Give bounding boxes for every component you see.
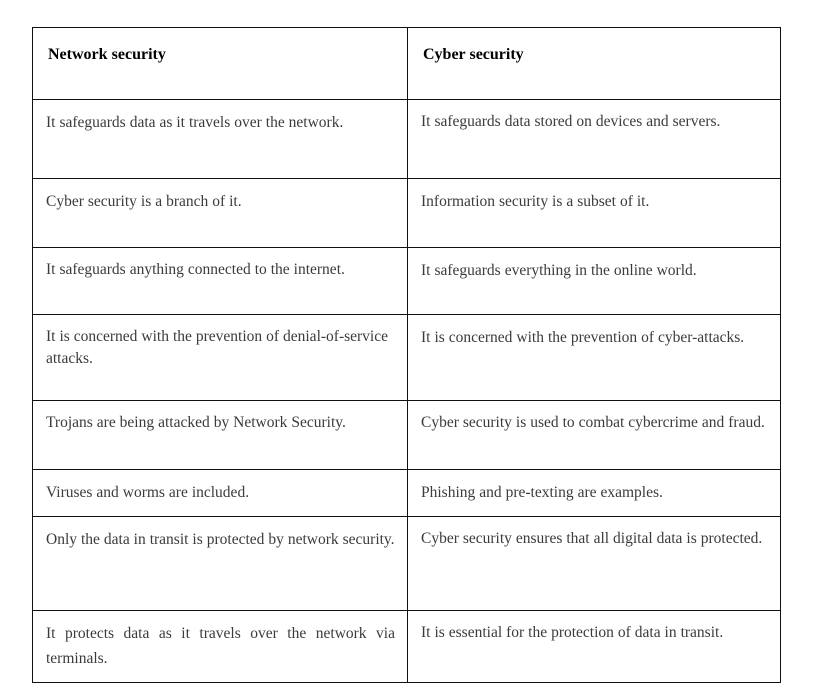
table-header: Network security Cyber security (32, 27, 781, 100)
comparison-table: Network security Cyber security It safeg… (32, 27, 781, 684)
cell-cyber-security-8: It is essential for the protection of da… (407, 610, 781, 684)
cell-network-security-7: Only the data in transit is protected by… (32, 516, 408, 612)
table-row: It is concerned with the prevention of d… (32, 314, 781, 401)
table-row: It safeguards anything connected to the … (32, 247, 781, 315)
table-row: It protects data as it travels over the … (32, 610, 781, 684)
table-header-row: Network security Cyber security (32, 27, 781, 100)
cell-cyber-security-2: Information security is a subset of it. (407, 178, 781, 248)
column-header-network-security: Network security (32, 27, 408, 100)
cell-network-security-2: Cyber security is a branch of it. (32, 178, 408, 248)
column-header-cyber-security: Cyber security (407, 27, 781, 100)
cell-cyber-security-6: Phishing and pre-texting are examples. (407, 468, 781, 518)
table-row: Only the data in transit is protected by… (32, 516, 781, 612)
table-row: Trojans are being attacked by Network Se… (32, 400, 781, 470)
cell-network-security-6: Viruses and worms are included. (32, 468, 408, 518)
table-row: Viruses and worms are included. Phishing… (32, 468, 781, 518)
cell-network-security-3: It safeguards anything connected to the … (32, 247, 408, 315)
cell-cyber-security-1: It safeguards data stored on devices and… (407, 99, 781, 179)
cell-cyber-security-3: It safeguards everything in the online w… (407, 247, 781, 315)
table-row: It safeguards data as it travels over th… (32, 99, 781, 179)
cell-network-security-4: It is concerned with the prevention of d… (32, 314, 408, 401)
cell-cyber-security-7: Cyber security ensures that all digital … (407, 516, 781, 612)
cell-cyber-security-4: It is concerned with the prevention of c… (407, 314, 781, 401)
cell-network-security-8: It protects data as it travels over the … (32, 610, 408, 684)
cell-network-security-1: It safeguards data as it travels over th… (32, 99, 408, 179)
table-body: It safeguards data as it travels over th… (32, 99, 781, 684)
table-row: Cyber security is a branch of it. Inform… (32, 178, 781, 248)
document-page: Network security Cyber security It safeg… (0, 0, 813, 685)
cell-cyber-security-5: Cyber security is used to combat cybercr… (407, 400, 781, 470)
cell-network-security-5: Trojans are being attacked by Network Se… (32, 400, 408, 470)
